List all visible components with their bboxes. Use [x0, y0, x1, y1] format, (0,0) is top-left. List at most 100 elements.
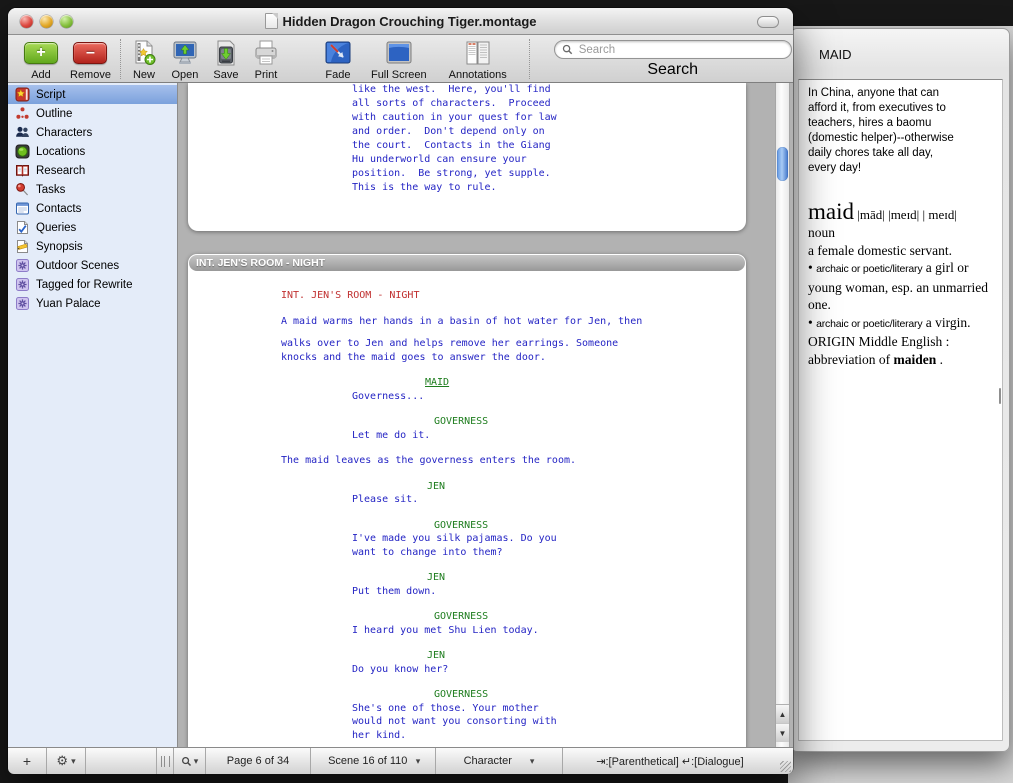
action-menu-button[interactable]: ⚙▾ [47, 748, 86, 774]
dictionary-headword-line: maid |mād| |meɪd| | meɪd| [808, 200, 993, 224]
script-line: Put them down. [352, 585, 746, 599]
inspector-text-area[interactable]: In China, anyone that can afford it, fro… [798, 79, 1003, 741]
resize-grip[interactable] [777, 748, 793, 774]
new-button[interactable]: New [131, 38, 157, 81]
zoom-menu-button[interactable]: ▾ [174, 748, 206, 774]
add-scene-button[interactable]: + [8, 748, 47, 774]
chevron-down-icon: ▾ [530, 756, 535, 767]
print-button[interactable]: Print [253, 38, 279, 81]
sidebar-item-outline[interactable]: Outline [8, 104, 177, 123]
script-line: Please sit. [352, 493, 746, 507]
sidebar-item-label: Locations [36, 146, 85, 158]
add-button[interactable]: + Add [24, 38, 58, 81]
sidebar-item-characters[interactable]: Characters [8, 123, 177, 142]
chevron-down-icon: ▾ [194, 756, 199, 767]
annotations-button[interactable]: Annotations [449, 38, 507, 81]
add-icon: + [24, 42, 58, 64]
open-button[interactable]: Open [171, 38, 199, 81]
script-line: Governess... [352, 390, 746, 404]
script-line: walks over to Jen and helps remove her e… [281, 337, 746, 351]
dictionary-entry: maid |mād| |meɪd| | meɪd| noun a female … [808, 200, 993, 368]
sidebar-item-label: Outdoor Scenes [36, 260, 119, 272]
close-button[interactable] [20, 15, 33, 28]
characters-icon [15, 125, 30, 140]
script-editor[interactable]: like the west. Here, you'll find all sor… [178, 83, 793, 747]
window-title-group: Hidden Dragon Crouching Tiger.montage [8, 8, 793, 34]
scene-header-label: INT. JEN'S ROOM - NIGHT [196, 257, 325, 269]
character-name: JEN [427, 649, 746, 663]
locations-icon [15, 144, 30, 159]
inspector-window: MAID In China, anyone that can afford it… [790, 28, 1010, 752]
synopsis-icon [15, 239, 30, 254]
new-document-icon [131, 38, 157, 67]
remove-button[interactable]: – Remove [70, 38, 111, 81]
fullscreen-icon [384, 38, 414, 67]
toolbar-toggle-pill[interactable] [757, 16, 779, 28]
tasks-icon [15, 182, 30, 197]
fade-button[interactable]: Fade [323, 38, 353, 81]
sidebar-item-label: Queries [36, 222, 76, 234]
window-title: Hidden Dragon Crouching Tiger.montage [283, 14, 537, 29]
sidebar-item-label: Script [36, 89, 65, 101]
character-name: GOVERNESS [434, 519, 746, 533]
search-group: Search [554, 38, 792, 79]
dictionary-part-of-speech: noun [808, 224, 993, 242]
scroll-up-arrow[interactable]: ▲ [776, 705, 789, 723]
remove-icon: – [73, 42, 107, 64]
window-controls [20, 15, 73, 28]
sidebar-item-tasks[interactable]: Tasks [8, 180, 177, 199]
scroll-indicator [999, 388, 1001, 404]
page-indicator[interactable]: Page 6 of 34 [206, 748, 311, 774]
content-area: Script OutlineCharacters Locations Research… [8, 83, 793, 747]
fullscreen-button[interactable]: Full Screen [371, 38, 427, 81]
annotations-icon [463, 38, 493, 67]
script-block-dialogue: GOVERNESSLet me do it. [188, 415, 746, 442]
sidebar-item-label: Synopsis [36, 241, 83, 253]
character-name: GOVERNESS [434, 688, 746, 702]
element-type-selector[interactable]: Character ▾ [436, 748, 563, 774]
scroll-down-arrow[interactable]: ▼ [776, 723, 789, 742]
toolbar-separator [529, 39, 531, 79]
key-hint: ⇥:[Parenthetical] ↵:[Dialogue] [563, 748, 777, 774]
sidebar-item-synopsis[interactable]: Synopsis [8, 237, 177, 256]
minimize-button[interactable] [40, 15, 53, 28]
sidebar-item-script[interactable]: Script [8, 85, 177, 104]
character-name: GOVERNESS [434, 415, 746, 429]
character-name: GOVERNESS [434, 610, 746, 624]
script-page-1[interactable]: like the west. Here, you'll find all sor… [188, 83, 746, 231]
save-button[interactable]: Save [213, 38, 239, 81]
sidebar-item-queries[interactable]: Queries [8, 218, 177, 237]
sidebar-item-outdoor-scenes[interactable]: Outdoor Scenes [8, 256, 177, 275]
search-input[interactable] [577, 43, 784, 57]
search-field[interactable] [554, 40, 792, 59]
character-name: MAID [425, 376, 746, 390]
sidebar-item-contacts[interactable]: Contacts [8, 199, 177, 218]
dictionary-sense: • archaic or poetic/literary a virgin. [808, 314, 993, 334]
sidebar-item-yuan-palace[interactable]: Yuan Palace [8, 294, 177, 313]
chevron-down-icon: ▾ [71, 756, 76, 767]
sidebar-item-tagged-for-rewrite[interactable]: Tagged for Rewrite [8, 275, 177, 294]
scrollbar-thumb[interactable] [777, 147, 788, 181]
grip-icon [161, 756, 170, 767]
note-text: In China, anyone that can afford it, fro… [808, 86, 993, 176]
script-block-action: walks over to Jen and helps remove her e… [188, 337, 746, 364]
splitter-grip[interactable] [157, 748, 174, 774]
scene-selector[interactable]: Scene 16 of 110 ▾ [311, 748, 436, 774]
dictionary-origin: ORIGIN Middle English : abbreviation of … [808, 333, 993, 368]
title-bar[interactable]: Hidden Dragon Crouching Tiger.montage [8, 8, 793, 35]
sidebar-item-locations[interactable]: Locations [8, 142, 177, 161]
sidebar-item-research[interactable]: Research [8, 161, 177, 180]
script-block-dialogue: JENPlease sit. [188, 480, 746, 507]
vertical-scrollbar[interactable]: ▲ ▼ [775, 83, 790, 747]
dictionary-headword: maid [808, 199, 854, 224]
toolbar-separator [120, 39, 122, 79]
scene-header-bar[interactable]: INT. JEN'S ROOM - NIGHT [189, 255, 745, 271]
script-icon [15, 87, 30, 102]
sidebar-item-label: Tasks [36, 184, 65, 196]
script-block-dialogue: JENDo you know her? [188, 649, 746, 676]
dictionary-pronunciation: |mād| |meɪd| | meɪd| [854, 207, 957, 222]
zoom-button[interactable] [60, 15, 73, 28]
search-icon [562, 44, 573, 55]
script-page-2[interactable]: INT. JEN'S ROOM - NIGHT INT. JEN'S ROOM … [188, 254, 746, 747]
script-page-2-content: INT. JEN'S ROOM - NIGHTA maid warms her … [188, 254, 746, 742]
